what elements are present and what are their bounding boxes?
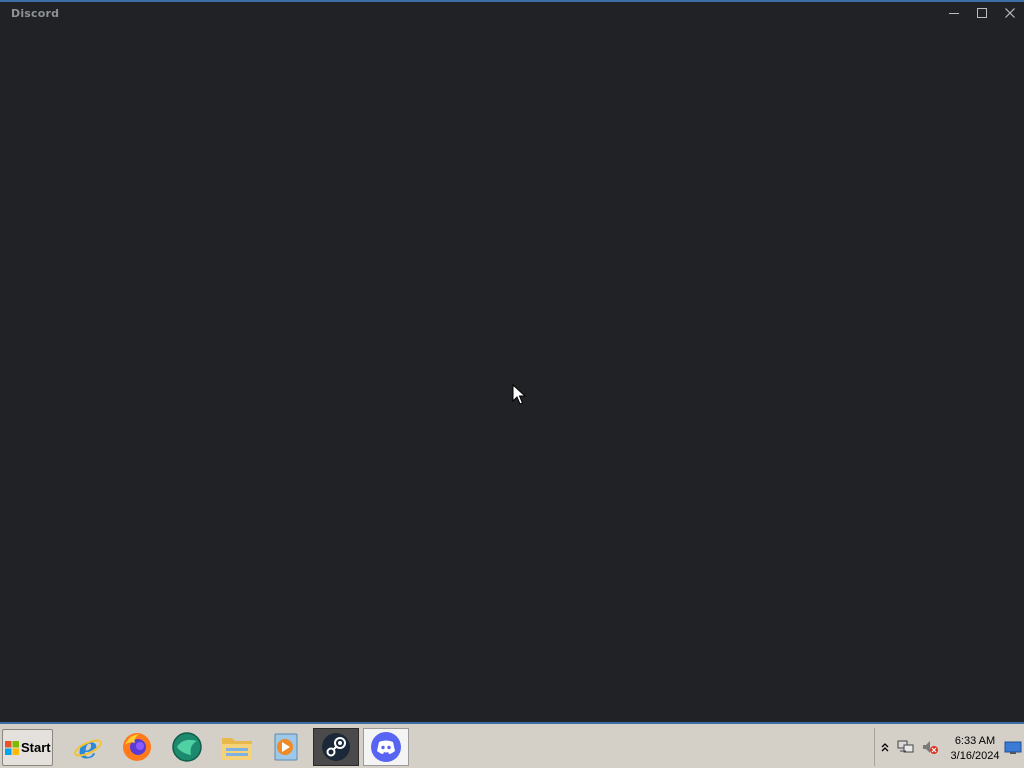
title-bar[interactable]: Discord [0, 2, 1024, 24]
start-label: Start [21, 740, 51, 755]
show-hidden-icons-button[interactable] [878, 737, 892, 757]
minimize-button[interactable] [940, 2, 968, 24]
window-title: Discord [11, 7, 60, 20]
taskbar-app-steam[interactable] [313, 728, 359, 766]
taskbar: Start e 6:33 AM 3/16/2024 [0, 722, 1024, 768]
taskbar-app-file-explorer[interactable] [214, 728, 260, 766]
windows-logo-icon [5, 740, 19, 755]
maximize-icon [977, 8, 987, 18]
close-button[interactable] [996, 2, 1024, 24]
taskbar-app-internet-explorer[interactable]: e [65, 728, 111, 766]
mouse-cursor-icon [512, 384, 526, 405]
chevron-up-icon [881, 743, 889, 752]
volume-muted-icon [923, 741, 938, 754]
taskbar-app-discord[interactable] [363, 728, 409, 766]
clock-date: 3/16/2024 [950, 750, 1000, 762]
taskbar-app-browser[interactable] [164, 728, 210, 766]
discord-window: Discord [0, 2, 1024, 722]
network-icon [897, 740, 914, 753]
globe-app-icon [172, 732, 202, 762]
minimize-icon [949, 13, 959, 14]
system-tray: 6:33 AM 3/16/2024 [874, 728, 1024, 766]
folder-icon [222, 738, 252, 760]
steam-icon [322, 733, 350, 761]
network-tray-button[interactable] [895, 737, 917, 757]
clock-time: 6:33 AM [954, 735, 996, 747]
taskbar-clock[interactable]: 6:33 AM 3/16/2024 [947, 734, 1003, 764]
taskbar-app-firefox[interactable] [114, 728, 160, 766]
media-player-icon [274, 733, 298, 761]
start-button[interactable]: Start [2, 729, 53, 766]
show-desktop-button[interactable] [1003, 739, 1023, 757]
desktop-icon [1004, 741, 1022, 754]
close-icon [1005, 8, 1015, 18]
volume-tray-button[interactable] [919, 737, 941, 757]
internet-explorer-icon: e [74, 731, 102, 763]
taskbar-app-media-player[interactable] [263, 728, 309, 766]
maximize-button[interactable] [968, 2, 996, 24]
firefox-icon [123, 733, 151, 761]
discord-icon [371, 732, 401, 762]
